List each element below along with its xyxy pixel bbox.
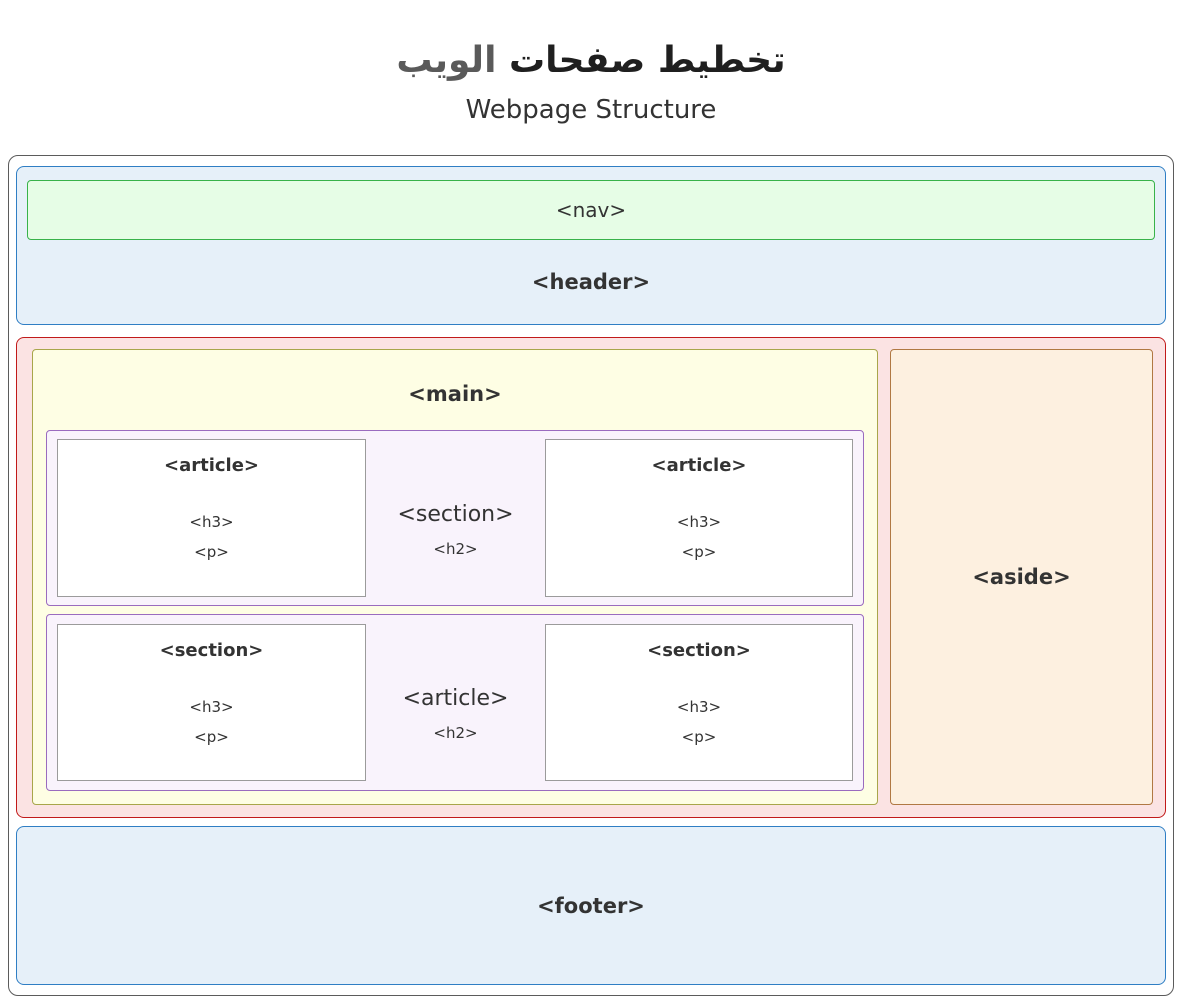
footer-block: <footer> xyxy=(16,826,1166,985)
header-label: <header> xyxy=(531,270,651,294)
title-word-1: تخطيط صفحات xyxy=(508,39,786,81)
row1-middle-heading: <h2> xyxy=(433,540,478,558)
row2-middle-title: <article> xyxy=(402,686,509,711)
card-heading: <h3> xyxy=(189,698,234,716)
card-title: <section> xyxy=(159,640,264,661)
card-heading: <h3> xyxy=(189,513,234,531)
row2-left-card: <section> <h3> <p> xyxy=(57,624,366,781)
title-text: تخطيط صفحات الويب xyxy=(396,40,785,81)
row2-right-card: <section> <h3> <p> xyxy=(545,624,853,781)
card-paragraph: <p> xyxy=(681,728,717,746)
row1-right-card: <article> <h3> <p> xyxy=(545,439,853,597)
card-paragraph: <p> xyxy=(194,543,229,561)
page-title: تخطيط صفحات الويب xyxy=(0,30,1182,90)
aside-label: <aside> xyxy=(972,565,1071,589)
card-title: <section> xyxy=(647,640,751,661)
title-word-2: الويب xyxy=(396,39,497,81)
row1-middle-title: <section> xyxy=(397,502,514,527)
nav-block: <nav> xyxy=(27,180,1155,240)
card-heading: <h3> xyxy=(676,698,722,716)
page-subtitle: Webpage Structure xyxy=(465,95,717,125)
card-title: <article> xyxy=(163,455,259,476)
nav-label: <nav> xyxy=(555,198,627,222)
card-title: <article> xyxy=(651,455,747,476)
card-paragraph: <p> xyxy=(194,728,229,746)
row1-left-card: <article> <h3> <p> xyxy=(57,439,366,597)
card-paragraph: <p> xyxy=(681,543,717,561)
row2-middle-heading: <h2> xyxy=(433,724,478,742)
main-label: <main> xyxy=(408,382,502,406)
card-heading: <h3> xyxy=(676,513,722,531)
footer-label: <footer> xyxy=(537,893,645,918)
aside-block: <aside> xyxy=(890,349,1153,805)
